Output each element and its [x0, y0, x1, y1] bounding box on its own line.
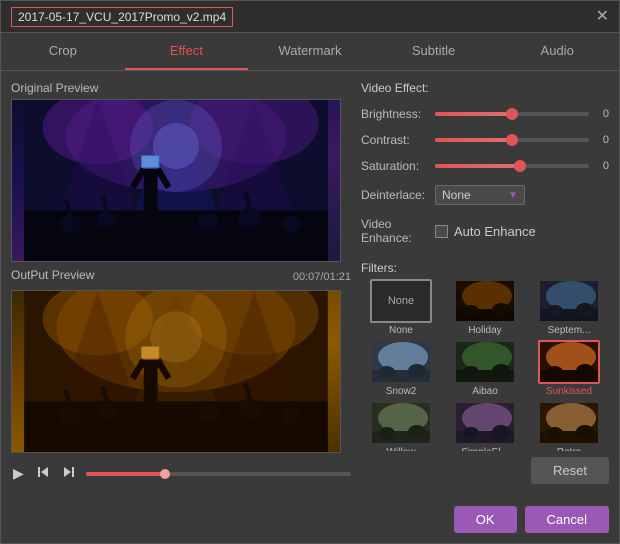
auto-enhance-checkbox[interactable]	[435, 225, 448, 238]
playback-controls: ▶	[11, 459, 351, 488]
brightness-slider[interactable]	[435, 112, 589, 116]
filter-thumb-simpleel	[454, 401, 516, 445]
filter-thumb-none: None	[370, 279, 432, 323]
filter-label-holiday: Holiday	[468, 325, 501, 336]
contrast-fill	[435, 138, 512, 142]
prev-button[interactable]	[34, 463, 52, 484]
contrast-slider-container: 0	[435, 134, 609, 146]
output-preview-header: OutPut Preview 00:07/01:21	[11, 268, 351, 286]
filters-grid: None None	[361, 279, 609, 451]
filter-label-none: None	[389, 325, 413, 336]
filter-item-september[interactable]: Septem...	[529, 279, 609, 336]
ok-button[interactable]: OK	[454, 506, 517, 533]
brightness-fill	[435, 112, 512, 116]
contrast-value: 0	[595, 134, 609, 146]
saturation-slider[interactable]	[435, 164, 589, 168]
original-preview	[11, 99, 341, 262]
filter-label-september: Septem...	[548, 325, 591, 336]
tab-watermark[interactable]: Watermark	[248, 33, 372, 70]
saturation-slider-container: 0	[435, 160, 609, 172]
deinterlace-select[interactable]: None ▼	[435, 185, 525, 205]
content-area: Original Preview	[1, 71, 619, 498]
auto-enhance-label: Auto Enhance	[454, 224, 536, 239]
tab-crop[interactable]: Crop	[1, 33, 125, 70]
left-panel: Original Preview	[11, 81, 351, 488]
deinterlace-row: Deinterlace: None ▼	[361, 185, 609, 205]
output-preview	[11, 290, 341, 453]
filter-thumb-september	[538, 279, 600, 323]
saturation-row: Saturation: 0	[361, 159, 609, 173]
video-effect-title: Video Effect:	[361, 81, 609, 95]
progress-bar[interactable]	[86, 472, 351, 476]
play-button[interactable]: ▶	[11, 463, 26, 484]
filter-item-simpleel[interactable]: SimpleEl...	[445, 401, 525, 451]
right-panel: Video Effect: Brightness: 0 Contrast:	[361, 81, 609, 488]
filter-item-holiday[interactable]: Holiday	[445, 279, 525, 336]
contrast-slider[interactable]	[435, 138, 589, 142]
deinterlace-value: None	[442, 188, 471, 202]
tab-effect[interactable]: Effect	[125, 33, 249, 70]
filter-item-none[interactable]: None None	[361, 279, 441, 336]
main-window: 2017-05-17_VCU_2017Promo_v2.mp4 ✕ Crop E…	[0, 0, 620, 544]
filter-item-willow[interactable]: Willow	[361, 401, 441, 451]
tab-subtitle[interactable]: Subtitle	[372, 33, 496, 70]
contrast-thumb	[506, 134, 518, 146]
filter-item-retro[interactable]: Retro	[529, 401, 609, 451]
filter-label-sunkissed: Sunkissed	[546, 386, 592, 397]
filter-thumb-retro	[538, 401, 600, 445]
filter-thumb-holiday	[454, 279, 516, 323]
cancel-button[interactable]: Cancel	[525, 506, 609, 533]
filter-label-snow2: Snow2	[386, 386, 417, 397]
filter-thumb-aibao	[454, 340, 516, 384]
filter-item-snow2[interactable]: Snow2	[361, 340, 441, 397]
saturation-fill	[435, 164, 520, 168]
enhance-row: Video Enhance: Auto Enhance	[361, 217, 609, 245]
next-button[interactable]	[60, 463, 78, 484]
saturation-value: 0	[595, 160, 609, 172]
original-preview-label: Original Preview	[11, 81, 351, 95]
bottom-buttons: OK Cancel	[1, 498, 619, 543]
filter-label-willow: Willow	[387, 447, 416, 451]
filter-label-aibao: Aibao	[472, 386, 498, 397]
filters-section: Filters: None None	[361, 261, 609, 488]
output-preview-label: OutPut Preview	[11, 268, 94, 282]
time-display: 00:07/01:21	[293, 271, 351, 283]
brightness-thumb	[506, 108, 518, 120]
filter-item-sunkissed[interactable]: Sunkissed	[529, 340, 609, 397]
filter-thumb-willow	[370, 401, 432, 445]
enhance-label: Video Enhance:	[361, 217, 429, 245]
saturation-thumb	[514, 160, 526, 172]
filter-item-aibao[interactable]: Aibao	[445, 340, 525, 397]
brightness-row: Brightness: 0	[361, 107, 609, 121]
prev-icon	[36, 465, 50, 479]
brightness-value: 0	[595, 108, 609, 120]
contrast-label: Contrast:	[361, 133, 429, 147]
contrast-row: Contrast: 0	[361, 133, 609, 147]
brightness-slider-container: 0	[435, 108, 609, 120]
tab-bar: Crop Effect Watermark Subtitle Audio	[1, 33, 619, 71]
original-preview-image	[12, 100, 340, 261]
title-bar: 2017-05-17_VCU_2017Promo_v2.mp4 ✕	[1, 1, 619, 33]
brightness-label: Brightness:	[361, 107, 429, 121]
filter-thumb-snow2	[370, 340, 432, 384]
window-title: 2017-05-17_VCU_2017Promo_v2.mp4	[11, 7, 233, 27]
deinterlace-label: Deinterlace:	[361, 188, 429, 202]
progress-fill	[86, 472, 166, 476]
tab-audio[interactable]: Audio	[495, 33, 619, 70]
progress-thumb	[160, 469, 170, 479]
filter-thumb-sunkissed	[538, 340, 600, 384]
saturation-label: Saturation:	[361, 159, 429, 173]
next-icon	[62, 465, 76, 479]
filter-label-simpleel: SimpleEl...	[461, 447, 509, 451]
close-button[interactable]: ✕	[596, 9, 609, 25]
filters-title: Filters:	[361, 261, 609, 275]
output-preview-image	[12, 291, 340, 452]
reset-button[interactable]: Reset	[531, 457, 609, 484]
filter-label-retro: Retro	[557, 447, 581, 451]
dropdown-arrow-icon: ▼	[508, 190, 518, 201]
